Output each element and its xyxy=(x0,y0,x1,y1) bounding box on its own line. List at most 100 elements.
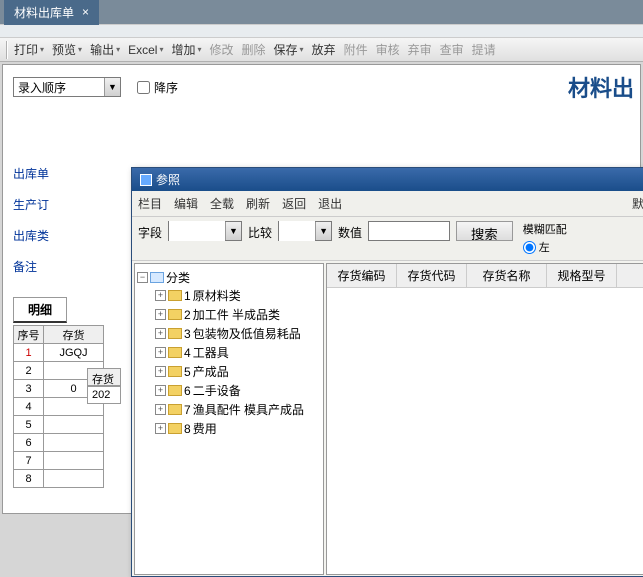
chevron-down-icon[interactable]: ▼ xyxy=(225,222,241,240)
folder-icon xyxy=(168,385,182,396)
table-row: 8 xyxy=(14,470,104,488)
app-icon xyxy=(140,174,152,186)
tree-item-code: 1 xyxy=(184,289,191,303)
compare-combo[interactable]: ▼ xyxy=(278,221,332,241)
window-tab-active[interactable]: 材料出库单 × xyxy=(4,0,99,25)
tree-item-code: 7 xyxy=(184,403,191,417)
collapse-icon[interactable]: − xyxy=(137,272,148,283)
tree-item-code: 4 xyxy=(184,346,191,360)
menu-loadall[interactable]: 全载 xyxy=(210,195,234,212)
tree-item-code: 6 xyxy=(184,384,191,398)
tree-item-label: 二手设备 xyxy=(193,382,241,399)
menu-edit[interactable]: 编辑 xyxy=(174,195,198,212)
value-input[interactable] xyxy=(368,221,450,241)
chevron-down-icon[interactable]: ▼ xyxy=(315,222,331,240)
tree-item-label: 费用 xyxy=(193,420,217,437)
expand-icon[interactable]: + xyxy=(155,366,166,377)
grid-pane[interactable]: 存货编码 存货代码 存货名称 规格型号 xyxy=(326,263,643,575)
search-button[interactable]: 搜索 xyxy=(456,221,513,241)
menu-exit[interactable]: 退出 xyxy=(318,195,342,212)
expand-icon[interactable]: + xyxy=(155,423,166,434)
tree-item[interactable]: + 4 工器具 xyxy=(155,343,321,362)
folder-icon xyxy=(168,328,182,339)
grid-col-alias[interactable]: 存货代码 xyxy=(397,264,467,287)
tree-item[interactable]: + 6 二手设备 xyxy=(155,381,321,400)
tree-item[interactable]: + 8 费用 xyxy=(155,419,321,438)
page-title: 材料出 xyxy=(568,71,634,103)
col-inv: 存货 xyxy=(44,326,104,344)
tree-root-node[interactable]: − 分类 xyxy=(137,269,321,286)
toolbar-delete[interactable]: 删除 xyxy=(238,39,270,60)
expand-icon[interactable]: + xyxy=(155,404,166,415)
entry-order-combo[interactable]: ▼ xyxy=(13,77,121,97)
content-area: 材料出 ▼ 降序 出库单 生产订 出库类 备注 明细 序号 存货 1JGQJ 2… xyxy=(2,64,641,514)
folder-icon xyxy=(168,290,182,301)
tree-item-code: 5 xyxy=(184,365,191,379)
main-toolbar: 打印▾ 预览▾ 输出▾ Excel▾ 增加▾ 修改 删除 保存▾ 放弃 附件 审… xyxy=(0,38,643,62)
table-row: 7 xyxy=(14,452,104,470)
folder-icon xyxy=(168,309,182,320)
radio-left[interactable]: 左 xyxy=(523,239,567,255)
close-icon[interactable]: × xyxy=(82,5,89,19)
form-labels: 出库单 生产订 出库类 备注 xyxy=(13,165,49,289)
tree-pane[interactable]: − 分类 + 1 原材料类+ 2 加工件 半成品类+ 3 包装物及低值易耗品+ … xyxy=(134,263,324,575)
compare-input[interactable] xyxy=(279,221,315,241)
menu-mo[interactable]: 默 xyxy=(632,195,643,212)
folder-open-icon xyxy=(150,272,164,283)
folder-icon xyxy=(168,366,182,377)
menu-back[interactable]: 返回 xyxy=(282,195,306,212)
toolbar-excel[interactable]: Excel▾ xyxy=(124,41,167,59)
expand-icon[interactable]: + xyxy=(155,385,166,396)
folder-icon xyxy=(168,404,182,415)
toolbar-submit[interactable]: 提请 xyxy=(468,39,500,60)
expand-icon[interactable]: + xyxy=(155,347,166,358)
menu-column[interactable]: 栏目 xyxy=(138,195,162,212)
table-row: 5 xyxy=(14,416,104,434)
chevron-down-icon[interactable]: ▼ xyxy=(104,78,120,96)
menu-refresh[interactable]: 刷新 xyxy=(246,195,270,212)
grid-col-code[interactable]: 存货编码 xyxy=(327,264,397,287)
tree-item-label: 产成品 xyxy=(193,363,229,380)
field-input[interactable] xyxy=(169,221,225,241)
toolbar-add[interactable]: 增加▾ xyxy=(167,39,205,60)
entry-order-input[interactable] xyxy=(14,80,104,94)
folder-icon xyxy=(168,347,182,358)
grid-col-name[interactable]: 存货名称 xyxy=(467,264,547,287)
tree-item-label: 原材料类 xyxy=(193,287,241,304)
toolbar-audit[interactable]: 审核 xyxy=(372,39,404,60)
dialog-filter: 字段 ▼ 比较 ▼ 数值 搜索 模糊匹配 左 xyxy=(132,217,643,261)
expand-icon[interactable]: + xyxy=(155,328,166,339)
tree-item[interactable]: + 5 产成品 xyxy=(155,362,321,381)
toolbar-unaudit[interactable]: 弃审 xyxy=(404,39,436,60)
desc-checkbox[interactable] xyxy=(137,81,150,94)
expand-icon[interactable]: + xyxy=(155,309,166,320)
tree-root-label: 分类 xyxy=(166,269,190,286)
grid-col-spec[interactable]: 规格型号 xyxy=(547,264,617,287)
window-tab-bar: 材料出库单 × xyxy=(0,0,643,24)
tree-item-label: 包装物及低值易耗品 xyxy=(193,325,301,342)
dialog-titlebar[interactable]: 参照 xyxy=(132,168,643,191)
tree-item-code: 2 xyxy=(184,308,191,322)
label-shengchan: 生产订 xyxy=(13,196,49,213)
tree-item-label: 加工件 半成品类 xyxy=(193,306,280,323)
toolbar-modify[interactable]: 修改 xyxy=(205,39,237,60)
tree-item[interactable]: + 2 加工件 半成品类 xyxy=(155,305,321,324)
expand-icon[interactable]: + xyxy=(155,290,166,301)
toolbar-attach[interactable]: 附件 xyxy=(340,39,372,60)
toolbar-output[interactable]: 输出▾ xyxy=(86,39,124,60)
radio-left-input[interactable] xyxy=(523,241,536,254)
sub-val[interactable]: 202 xyxy=(87,386,121,404)
sub-row: 存货 xyxy=(87,368,121,386)
toolbar-abandon[interactable]: 放弃 xyxy=(308,39,340,60)
toolbar-preview[interactable]: 预览▾ xyxy=(48,39,86,60)
tree-item[interactable]: + 3 包装物及低值易耗品 xyxy=(155,324,321,343)
detail-tab[interactable]: 明细 xyxy=(13,297,67,323)
dialog-body: − 分类 + 1 原材料类+ 2 加工件 半成品类+ 3 包装物及低值易耗品+ … xyxy=(132,261,643,577)
tree-item[interactable]: + 7 渔具配件 模具产成品 xyxy=(155,400,321,419)
toolbar-query[interactable]: 查审 xyxy=(436,39,468,60)
entry-order-row: ▼ 降序 xyxy=(13,77,178,97)
toolbar-save[interactable]: 保存▾ xyxy=(270,39,308,60)
tree-item[interactable]: + 1 原材料类 xyxy=(155,286,321,305)
field-combo[interactable]: ▼ xyxy=(168,221,242,241)
toolbar-print[interactable]: 打印▾ xyxy=(10,39,48,60)
